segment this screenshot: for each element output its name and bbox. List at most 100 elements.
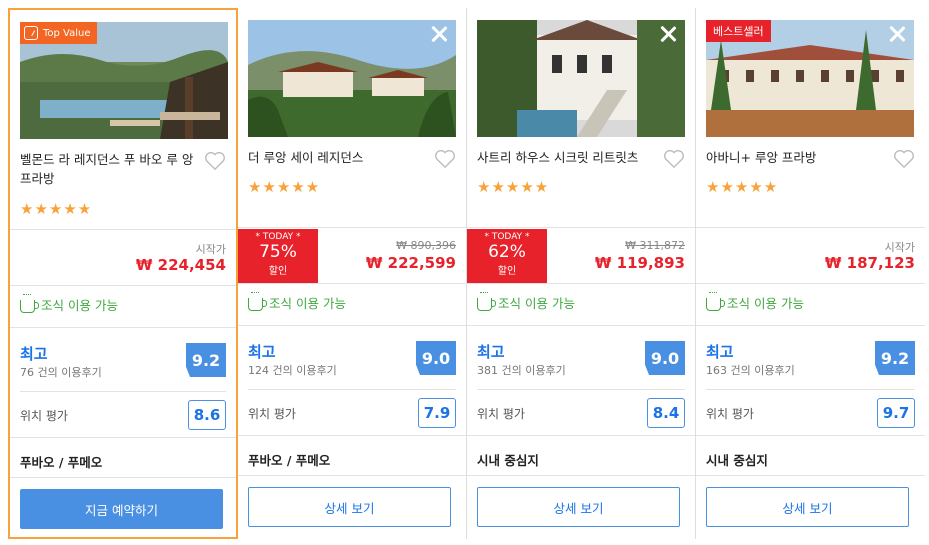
- divider: [696, 283, 925, 284]
- hotel-photo[interactable]: [248, 20, 456, 137]
- breakfast-label: 조식 이용 가능: [41, 298, 118, 313]
- book-now-button[interactable]: 지금 예약하기: [20, 489, 223, 529]
- breakfast-info: 조식 이용 가능: [706, 291, 804, 312]
- heart-icon[interactable]: [204, 151, 226, 171]
- price-block: 시작가 ₩ 224,454: [10, 231, 236, 285]
- review-count[interactable]: 124 건의 이용후기: [248, 362, 337, 378]
- divider: [238, 325, 466, 326]
- star-rating: ★★★★★: [706, 178, 779, 196]
- rating-word: 최고: [477, 343, 505, 361]
- view-details-button[interactable]: 상세 보기: [706, 487, 909, 527]
- location-rating-label: 위치 평가: [477, 407, 525, 421]
- coffee-cup-icon: [248, 291, 267, 311]
- coffee-cup-icon: [706, 291, 725, 311]
- top-value-badge: Top Value: [20, 22, 97, 44]
- hotel-name[interactable]: 아바니+ 루앙 프라방: [706, 148, 884, 167]
- review-score: 9.0: [416, 341, 456, 375]
- divider: [248, 389, 456, 390]
- star-rating: ★★★★★: [20, 200, 93, 218]
- hotel-photo[interactable]: [477, 20, 685, 137]
- location-rating-label: 위치 평가: [20, 409, 68, 423]
- hotel-name[interactable]: 더 루앙 세이 레지던스: [248, 148, 426, 167]
- price: ₩ 119,893: [594, 254, 685, 272]
- price: ₩ 187,123: [824, 254, 915, 272]
- divider: [467, 283, 695, 284]
- hotel-card[interactable]: Top Value 벨몬드 라 레지던스 푸 바오 루 앙 프라방 ★★★★★ …: [8, 8, 238, 539]
- divider: [238, 283, 466, 284]
- coffee-cup-icon: [477, 291, 496, 311]
- rating-word: 최고: [706, 343, 734, 361]
- divider: [10, 285, 236, 286]
- review-count[interactable]: 76 건의 이용후기: [20, 364, 102, 380]
- review-count[interactable]: 163 건의 이용후기: [706, 362, 795, 378]
- location-score: 8.6: [188, 400, 226, 430]
- deal-today-label: * TODAY *: [255, 232, 301, 242]
- divider: [238, 435, 466, 436]
- close-icon[interactable]: [886, 23, 908, 45]
- deal-percent: 62%: [488, 242, 526, 262]
- heart-icon[interactable]: [434, 149, 456, 169]
- close-icon[interactable]: [657, 23, 679, 45]
- hotel-card-list: Top Value 벨몬드 라 레지던스 푸 바오 루 앙 프라방 ★★★★★ …: [8, 8, 925, 539]
- location-score: 7.9: [418, 398, 456, 428]
- heart-icon[interactable]: [893, 149, 915, 169]
- badge-label: Top Value: [43, 27, 91, 39]
- view-details-button[interactable]: 상세 보기: [248, 487, 451, 527]
- view-details-button[interactable]: 상세 보기: [477, 487, 680, 527]
- rating-word: 최고: [248, 343, 276, 361]
- area-name: 푸바오 / 푸메오: [248, 453, 331, 468]
- hotel-name[interactable]: 사트리 하우스 시크릿 리트릿츠: [477, 148, 655, 167]
- divider: [696, 227, 925, 228]
- coffee-cup-icon: [20, 293, 39, 313]
- hotel-photo[interactable]: Top Value: [20, 22, 228, 139]
- hotel-name[interactable]: 벨몬드 라 레지던스 푸 바오 루 앙 프라방: [20, 150, 198, 188]
- deal-off-label: 할인: [268, 266, 288, 277]
- divider: [706, 389, 915, 390]
- divider: [696, 435, 925, 436]
- start-price-label: 시작가: [884, 241, 915, 254]
- review-count[interactable]: 381 건의 이용후기: [477, 362, 566, 378]
- start-price-label: 시작가: [195, 243, 226, 256]
- location-rating-label: 위치 평가: [706, 407, 754, 421]
- divider: [467, 325, 695, 326]
- area-name: 시내 중심지: [706, 453, 768, 468]
- divider: [467, 475, 695, 476]
- area-name: 푸바오 / 푸메오: [20, 455, 103, 470]
- heart-icon[interactable]: [663, 149, 685, 169]
- bestseller-badge: 베스트셀러: [706, 20, 771, 42]
- breakfast-label: 조식 이용 가능: [727, 296, 804, 311]
- original-price: ₩ 311,872: [625, 239, 685, 252]
- breakfast-label: 조식 이용 가능: [498, 296, 575, 311]
- deal-percent: 75%: [259, 242, 297, 262]
- price: ₩ 222,599: [365, 254, 456, 272]
- hotel-card[interactable]: 사트리 하우스 시크릿 리트릿츠 ★★★★★ * TODAY * 62% 할인 …: [467, 8, 696, 539]
- hotel-card[interactable]: 더 루앙 세이 레지던스 ★★★★★ * TODAY * 75% 할인 ₩ 89…: [238, 8, 467, 539]
- price-block: * TODAY * 75% 할인 ₩ 890,396 ₩ 222,599: [238, 229, 466, 283]
- breakfast-label: 조식 이용 가능: [269, 296, 346, 311]
- divider: [477, 389, 685, 390]
- hotel-card[interactable]: 베스트셀러 아바니+ 루앙 프라방 ★★★★★ 시작가 ₩ 187,123 조식…: [696, 8, 925, 539]
- divider: [696, 325, 925, 326]
- location-score: 8.4: [647, 398, 685, 428]
- close-icon[interactable]: [428, 23, 450, 45]
- deal-today-label: * TODAY *: [484, 232, 530, 242]
- divider: [467, 227, 695, 228]
- rating-word: 최고: [20, 345, 48, 363]
- price: ₩ 224,454: [135, 256, 226, 274]
- location-score: 9.7: [877, 398, 915, 428]
- divider: [696, 475, 925, 476]
- hotel-building-image: [248, 20, 456, 137]
- divider: [467, 435, 695, 436]
- value-tag-icon: [24, 26, 38, 40]
- divider: [10, 327, 236, 328]
- divider: [238, 227, 466, 228]
- breakfast-info: 조식 이용 가능: [477, 291, 575, 312]
- original-price: ₩ 890,396: [396, 239, 456, 252]
- divider: [20, 391, 226, 392]
- area-name: 시내 중심지: [477, 453, 539, 468]
- review-score: 9.2: [875, 341, 915, 375]
- hotel-photo[interactable]: 베스트셀러: [706, 20, 914, 137]
- star-rating: ★★★★★: [248, 178, 321, 196]
- deal-off-label: 할인: [497, 266, 517, 277]
- review-score: 9.2: [186, 343, 226, 377]
